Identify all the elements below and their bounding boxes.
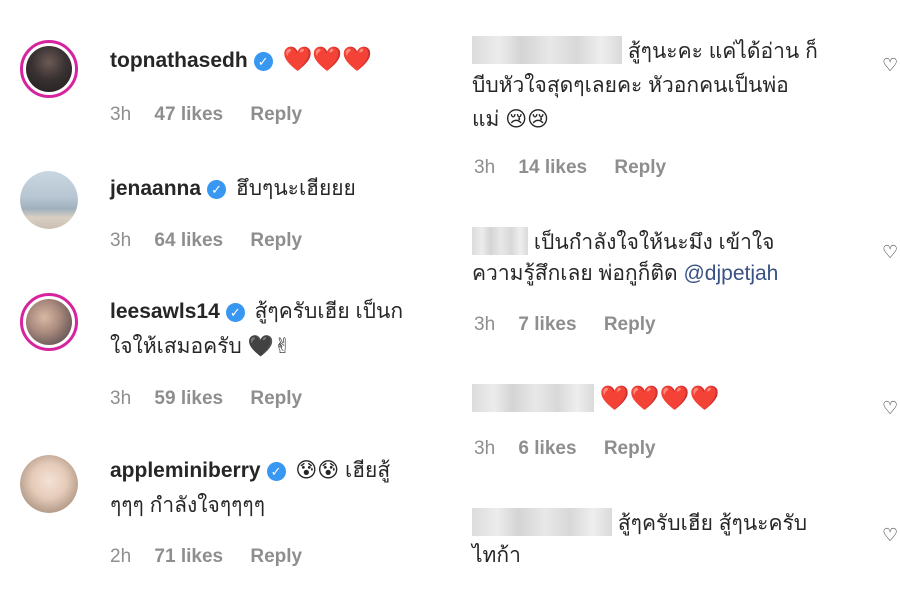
comment-text: ❤️❤️❤️❤️	[599, 385, 720, 412]
comment-time: 3h	[110, 388, 132, 409]
avatar[interactable]	[20, 455, 78, 513]
comment-time: 3h	[110, 230, 132, 251]
comment-text: สู้ๆครับเฮีย สู้ๆนะครับ	[617, 512, 808, 535]
verified-badge-icon: ✓	[207, 180, 227, 199]
like-heart-icon[interactable]: ♡	[882, 400, 898, 416]
reply-button[interactable]: Reply	[250, 104, 302, 125]
comment-likes[interactable]: 64 likes	[154, 230, 223, 251]
comment-meta: 3h 47 likes Reply	[110, 104, 302, 126]
comment-text-line: ๆๆๆ กำลังใจๆๆๆๆ	[110, 490, 265, 522]
like-heart-icon[interactable]: ♡	[882, 244, 898, 260]
comment-text-line: แม่ 😢😢	[472, 104, 549, 136]
comment-username[interactable]: leesawls14	[110, 300, 220, 323]
blurred-username	[472, 36, 622, 64]
comment-likes[interactable]: 59 likes	[154, 388, 223, 409]
blurred-username	[472, 508, 612, 536]
blurred-username	[472, 227, 528, 255]
comment-likes[interactable]: 14 likes	[518, 157, 587, 178]
comment-username[interactable]: appleminiberry	[110, 459, 261, 482]
reply-button[interactable]: Reply	[604, 314, 656, 335]
verified-badge-icon: ✓	[225, 303, 245, 322]
comment-time: 3h	[474, 314, 496, 335]
comment-text-line: เป็นกำลังใจให้นะมึง เข้าใจ	[472, 227, 774, 259]
comment-text-line: สู้ๆครับเฮีย สู้ๆนะครับ	[472, 508, 807, 540]
reply-button[interactable]: Reply	[250, 230, 302, 251]
comment-text: สู้ๆนะคะ แค่ได้อ่าน ก็	[627, 40, 818, 63]
comment-text: ใจให้เสมอครับ 🖤✌	[110, 335, 292, 358]
comment-text-line: topnathasedh ✓ ❤️❤️❤️	[110, 44, 372, 77]
reply-button[interactable]: Reply	[614, 157, 666, 178]
comment-time: 3h	[474, 438, 496, 459]
blurred-username	[472, 384, 594, 412]
avatar[interactable]	[20, 171, 78, 229]
comment-meta: 2h 71 likes Reply	[110, 546, 302, 568]
comment-text-line: appleminiberry ✓ 😰😰 เฮียสู้	[110, 455, 390, 487]
avatar[interactable]	[20, 40, 78, 98]
comment-text: ความรู้สึกเลย พ่อกูก็ติด	[472, 262, 678, 285]
comment-meta: 3h 7 likes Reply	[474, 314, 656, 336]
reply-button[interactable]: Reply	[250, 388, 302, 409]
verified-badge-icon: ✓	[253, 52, 273, 71]
comment-username[interactable]: topnathasedh	[110, 49, 248, 72]
comment-meta: 3h 59 likes Reply	[110, 388, 302, 410]
right-comment-column: สู้ๆนะคะ แค่ได้อ่าน ก็ บีบหัวใจสุดๆเลยคะ…	[458, 0, 900, 600]
comment-text: ฮึบๆนะเฮียยย	[235, 177, 356, 200]
comment-text: 😰😰 เฮียสู้	[295, 459, 391, 482]
comment-username[interactable]: jenaanna	[110, 177, 201, 200]
like-heart-icon[interactable]: ♡	[882, 57, 898, 73]
reply-button[interactable]: Reply	[250, 546, 302, 567]
comment-time: 2h	[110, 546, 132, 567]
like-heart-icon[interactable]: ♡	[882, 527, 898, 543]
comment-meta: 3h 64 likes Reply	[110, 230, 302, 252]
comment-text: ไทก้า	[472, 544, 521, 567]
comment-text: สู้ๆครับเฮีย เป็นก	[254, 300, 404, 323]
comment-text: แม่ 😢😢	[472, 108, 549, 131]
reply-button[interactable]: Reply	[604, 438, 656, 459]
comment-text-line: ใจให้เสมอครับ 🖤✌	[110, 331, 291, 363]
comment-text-line: ไทก้า	[472, 540, 521, 572]
comment-text: ๆๆๆ กำลังใจๆๆๆๆ	[110, 494, 265, 517]
mention-link[interactable]: @djpetjah	[683, 262, 778, 285]
column-fade	[437, 0, 455, 600]
comment-time: 3h	[110, 104, 132, 125]
comment-text: เป็นกำลังใจให้นะมึง เข้าใจ	[533, 231, 775, 254]
avatar[interactable]	[20, 293, 78, 351]
comment-text-line: ❤️❤️❤️❤️	[472, 383, 719, 416]
comment-meta: 3h 6 likes Reply	[474, 438, 656, 460]
comment-likes[interactable]: 7 likes	[518, 314, 576, 335]
comment-likes[interactable]: 71 likes	[154, 546, 223, 567]
left-comment-column: topnathasedh ✓ ❤️❤️❤️ 3h 47 likes Reply j…	[0, 0, 455, 600]
comment-time: 3h	[474, 157, 496, 178]
comment-text-line: ความรู้สึกเลย พ่อกูก็ติด @djpetjah	[472, 258, 778, 290]
comment-likes[interactable]: 6 likes	[518, 438, 576, 459]
comment-text: บีบหัวใจสุดๆเลยคะ หัวอกคนเป็นพ่อ	[472, 74, 789, 97]
comment-text-line: jenaanna ✓ ฮึบๆนะเฮียยย	[110, 173, 356, 205]
comment-text-line: leesawls14 ✓ สู้ๆครับเฮีย เป็นก	[110, 296, 403, 328]
comment-text: ❤️❤️❤️	[282, 46, 373, 73]
comment-text-line: บีบหัวใจสุดๆเลยคะ หัวอกคนเป็นพ่อ	[472, 70, 789, 102]
comment-text-line: สู้ๆนะคะ แค่ได้อ่าน ก็	[472, 36, 818, 68]
comment-meta: 3h 14 likes Reply	[474, 157, 666, 179]
comment-likes[interactable]: 47 likes	[154, 104, 223, 125]
verified-badge-icon: ✓	[266, 462, 286, 481]
